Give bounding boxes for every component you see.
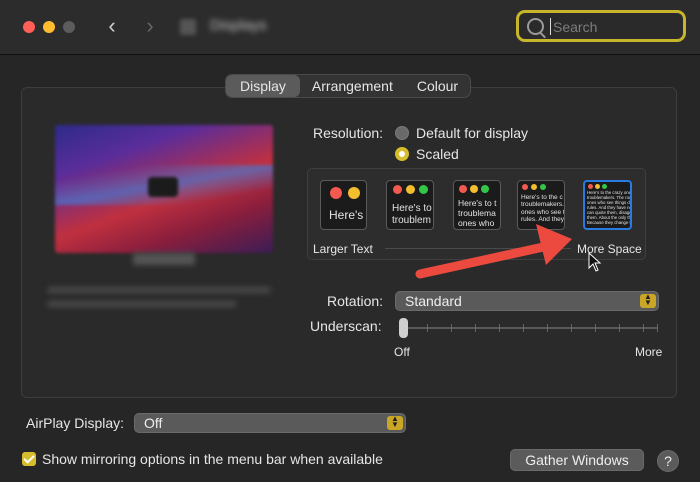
gather-windows-button[interactable]: Gather Windows (510, 449, 644, 471)
popup-chevrons-icon: ▲ ▼ (387, 415, 403, 430)
underscan-label: Underscan: (310, 318, 382, 334)
system-preferences-window: ‹ › Displays Display Arrangement Colour … (0, 0, 700, 482)
airplay-value: Off (144, 415, 163, 431)
annotation-arrow (415, 224, 572, 279)
underscan-slider-knob[interactable] (399, 318, 408, 338)
help-button[interactable]: ? (657, 450, 679, 472)
underscan-min-label: Off (394, 345, 410, 359)
airplay-popup[interactable]: Off ▲ ▼ (134, 413, 406, 433)
rotation-label: Rotation: (327, 293, 384, 309)
airplay-label: AirPlay Display: (26, 415, 125, 431)
rotation-popup[interactable]: Standard ▲ ▼ (395, 291, 659, 311)
mouse-pointer-icon (588, 252, 602, 272)
rotation-value: Standard (405, 293, 462, 309)
mirroring-checkbox[interactable] (22, 452, 36, 466)
popup-chevrons-icon: ▲ ▼ (640, 293, 656, 308)
underscan-max-label: More (635, 345, 663, 359)
mirroring-label[interactable]: Show mirroring options in the menu bar w… (42, 451, 383, 467)
